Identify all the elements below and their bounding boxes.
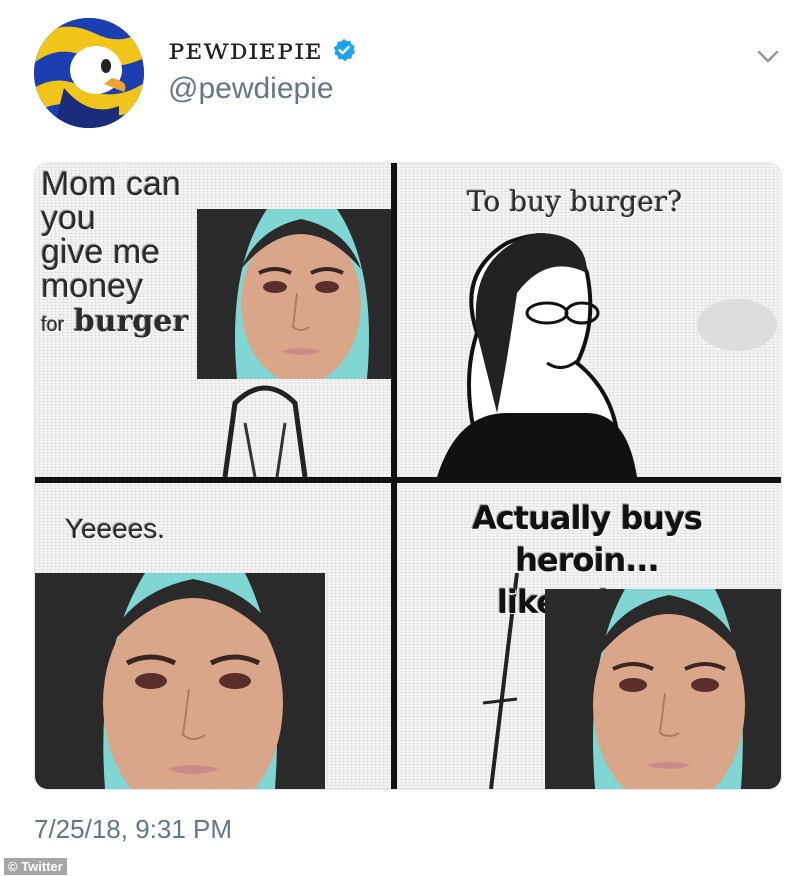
avatar[interactable] (34, 18, 144, 128)
tweet-media-meme[interactable]: Mom can you give me money for burger To … (34, 162, 782, 790)
name-row: ᴘᴇᴡᴅɪᴇᴘɪᴇ (168, 32, 356, 67)
meme-panel-4: Actually buys heroin... like a boss (397, 483, 781, 789)
meme-panel-1: Mom can you give me money for burger (35, 163, 391, 477)
panel-3-text: Yeeees. (65, 513, 166, 544)
meme-panel-2: To buy burger? (397, 163, 781, 477)
handle[interactable]: @pewdiepie (168, 72, 334, 106)
meme-panel-3: Yeeees. (35, 483, 391, 789)
display-name[interactable]: ᴘᴇᴡᴅɪᴇᴘɪᴇ (168, 32, 322, 67)
tweet-header: ᴘᴇᴡᴅɪᴇᴘɪᴇ @pewdiepie (0, 0, 800, 140)
chevron-down-icon[interactable] (754, 42, 782, 70)
panel-4-line-1: Actually buys heroin... (472, 499, 703, 579)
face-photo-3 (545, 589, 781, 789)
face-photo-1 (197, 209, 391, 379)
face-photo-2 (35, 573, 325, 789)
panel-1-line-4-small: for (41, 314, 65, 336)
verified-badge-icon (332, 38, 356, 62)
panel-1-line-4-big: burger (73, 304, 189, 339)
twitter-watermark: © Twitter (4, 858, 67, 875)
panel-2-text: To buy burger? (467, 185, 683, 218)
panel-divider-vertical (391, 163, 397, 789)
tweet-timestamp[interactable]: 7/25/18, 9:31 PM (34, 814, 232, 845)
panel-divider-horizontal (35, 477, 781, 483)
